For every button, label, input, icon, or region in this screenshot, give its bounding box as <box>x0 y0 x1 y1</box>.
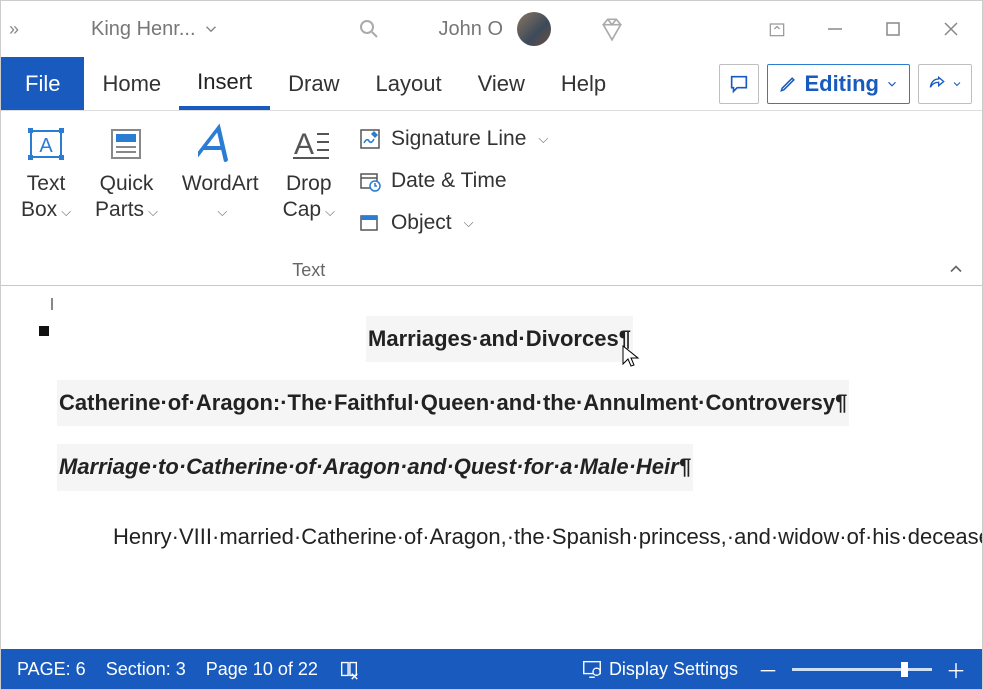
heading-3[interactable]: Marriage·to·Catherine·of·Aragon·and·Ques… <box>57 444 693 490</box>
dropcap-button[interactable]: A DropCap⌵ <box>277 117 341 247</box>
share-button[interactable] <box>918 64 972 104</box>
tab-file[interactable]: File <box>1 57 84 110</box>
titlebar-center: John O <box>357 12 625 46</box>
dropcap-icon: A <box>287 122 331 166</box>
chevron-down-icon: ⌵ <box>464 215 474 231</box>
status-section[interactable]: Section: 3 <box>106 659 186 680</box>
group-textbox: A TextBox⌵ <box>15 117 77 283</box>
status-bar: PAGE: 6 Section: 3 Page 10 of 22 Display… <box>1 649 982 689</box>
ruler-tick <box>51 298 53 310</box>
zoom-slider[interactable] <box>792 668 932 671</box>
display-settings-label: Display Settings <box>609 659 738 680</box>
titlebar-left: » King Henr... <box>9 18 228 41</box>
textbox-icon: A <box>26 124 66 164</box>
tab-insert[interactable]: Insert <box>179 57 270 110</box>
zoom-out-button[interactable]: － <box>758 655 778 684</box>
tab-view[interactable]: View <box>460 57 543 110</box>
document-area[interactable]: Marriages·and·Divorces¶ Catherine·of·Ara… <box>1 286 982 649</box>
heading-1[interactable]: Marriages·and·Divorces¶ <box>366 316 633 362</box>
window-controls <box>754 9 974 49</box>
share-icon <box>927 74 947 94</box>
group-small-buttons: Signature Line ⌵ Date & Time Object ⌵ <box>353 117 552 239</box>
search-icon[interactable] <box>357 17 381 41</box>
calendar-clock-icon <box>358 169 382 193</box>
datetime-label: Date & Time <box>391 169 507 193</box>
tab-draw[interactable]: Draw <box>270 57 357 110</box>
signature-line-button[interactable]: Signature Line ⌵ <box>353 123 552 155</box>
display-settings-icon <box>581 658 603 680</box>
group-label-text: Text <box>292 260 325 283</box>
comment-icon <box>728 73 750 95</box>
group-quickparts: QuickParts⌵ <box>89 117 164 283</box>
svg-text:A: A <box>39 135 53 157</box>
date-time-button[interactable]: Date & Time <box>353 165 552 197</box>
document-title-dropdown[interactable]: King Henr... <box>83 18 228 41</box>
wordart-label: WordArt <box>182 172 259 195</box>
group-wordart: WordArt⌵ <box>176 117 265 283</box>
page[interactable]: Marriages·and·Divorces¶ Catherine·of·Ara… <box>1 286 982 585</box>
status-page[interactable]: PAGE: 6 <box>17 659 86 680</box>
signature-icon <box>358 127 382 151</box>
display-settings-button[interactable]: Display Settings <box>581 658 738 680</box>
heading-2[interactable]: Catherine·of·Aragon:·The·Faithful·Queen·… <box>57 380 849 426</box>
pencil-icon <box>778 74 798 94</box>
zoom-thumb[interactable] <box>901 662 908 677</box>
status-proofing-icon[interactable] <box>338 658 360 680</box>
chevron-down-icon <box>951 78 963 90</box>
object-icon <box>358 211 382 235</box>
close-button[interactable] <box>928 9 974 49</box>
object-button[interactable]: Object ⌵ <box>353 207 552 239</box>
signature-label: Signature Line <box>391 127 526 151</box>
ribbon-display-icon[interactable] <box>754 9 800 49</box>
ribbon-tabs: File Home Insert Draw Layout View Help E… <box>1 57 982 111</box>
textbox-button[interactable]: A TextBox⌵ <box>15 117 77 247</box>
minimize-button[interactable] <box>812 9 858 49</box>
editing-label: Editing <box>804 71 879 97</box>
maximize-button[interactable] <box>870 9 916 49</box>
tab-home[interactable]: Home <box>84 57 179 110</box>
tab-help[interactable]: Help <box>543 57 624 110</box>
svg-text:A: A <box>294 128 314 161</box>
quickparts-button[interactable]: QuickParts⌵ <box>89 117 164 247</box>
more-commands-icon[interactable]: » <box>9 19 19 40</box>
zoom-controls: － ＋ <box>758 655 966 684</box>
zoom-in-button[interactable]: ＋ <box>946 655 966 684</box>
ribbon-body: A TextBox⌵ QuickParts⌵ WordArt⌵ A DropCa… <box>1 111 982 286</box>
body-paragraph[interactable]: Henry·VIII·married·Catherine·of·Aragon,·… <box>57 509 942 565</box>
user-name: John O <box>439 18 503 41</box>
group-dropcap: A DropCap⌵ Text <box>277 117 341 283</box>
tab-layout[interactable]: Layout <box>358 57 460 110</box>
book-x-icon <box>338 658 360 680</box>
list-bullet <box>39 326 49 336</box>
chevron-down-icon <box>885 77 899 91</box>
wordart-button[interactable]: WordArt⌵ <box>176 117 265 247</box>
chevron-down-icon <box>202 20 220 38</box>
chevron-up-icon <box>946 259 966 279</box>
object-label: Object <box>391 211 452 235</box>
diamond-icon[interactable] <box>599 16 625 42</box>
editing-mode-button[interactable]: Editing <box>767 64 910 104</box>
chevron-down-icon: ⌵ <box>538 131 548 147</box>
quickparts-label: QuickParts <box>95 172 153 221</box>
title-bar: » King Henr... John O <box>1 1 982 57</box>
document-title: King Henr... <box>91 18 196 41</box>
comments-button[interactable] <box>719 64 759 104</box>
wordart-icon <box>198 122 242 166</box>
textbox-label: TextBox <box>21 172 65 221</box>
status-pages[interactable]: Page 10 of 22 <box>206 659 318 680</box>
avatar[interactable] <box>517 12 551 46</box>
quickparts-icon <box>106 124 146 164</box>
cursor-icon <box>621 344 641 368</box>
collapse-ribbon-button[interactable] <box>946 259 966 279</box>
